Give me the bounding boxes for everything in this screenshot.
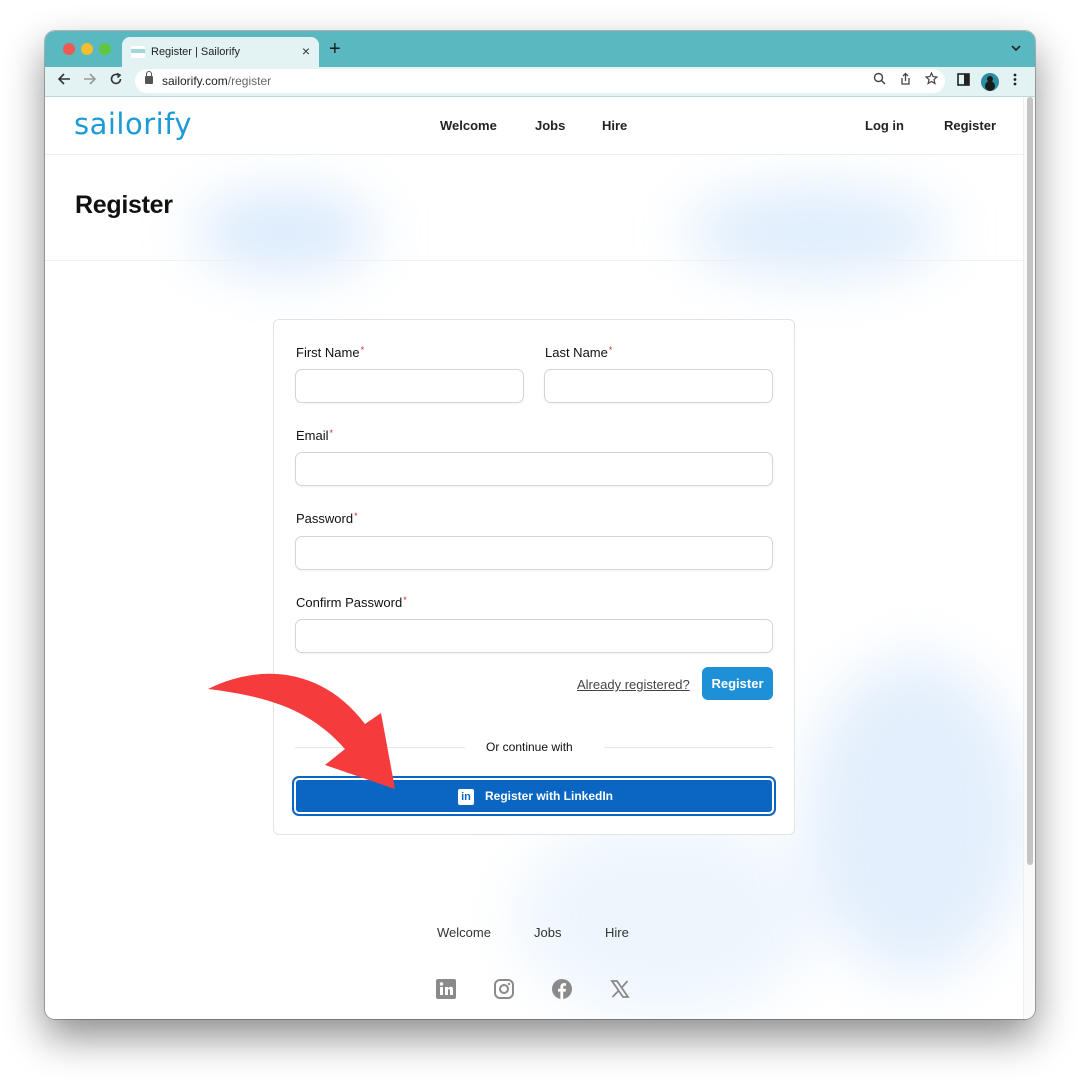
side-panel-icon[interactable]: [957, 73, 970, 89]
close-tab-icon[interactable]: ×: [302, 43, 310, 59]
last-name-input[interactable]: [544, 369, 773, 403]
page-title: Register: [75, 191, 173, 219]
maximize-window-button[interactable]: [99, 43, 111, 55]
nav-hire[interactable]: Hire: [602, 118, 627, 133]
linkedin-icon: in: [458, 789, 474, 805]
bookmark-star-icon[interactable]: [924, 71, 939, 88]
address-bar[interactable]: sailorify.com/register: [135, 69, 945, 93]
nav-welcome[interactable]: Welcome: [440, 118, 497, 133]
already-registered-link[interactable]: Already registered?: [577, 677, 690, 692]
first-name-label: First Name*: [296, 345, 365, 360]
last-name-label: Last Name*: [545, 345, 613, 360]
browser-menu-icon[interactable]: [1013, 73, 1017, 89]
lock-icon: [145, 71, 153, 84]
footer-hire[interactable]: Hire: [605, 925, 629, 940]
site-header: sailorify Welcome Jobs Hire Log in Regis…: [45, 97, 1023, 155]
nav-register[interactable]: Register: [944, 118, 996, 133]
browser-titlebar: Register | Sailorify × +: [45, 31, 1035, 67]
divider-line-right: [604, 747, 773, 748]
new-tab-button[interactable]: +: [329, 37, 341, 61]
footer-welcome[interactable]: Welcome: [437, 925, 491, 940]
favicon-icon: [131, 46, 145, 58]
share-icon[interactable]: [899, 72, 912, 89]
email-input[interactable]: [295, 452, 773, 486]
browser-toolbar: sailorify.com/register: [45, 67, 1035, 97]
linkedin-icon[interactable]: [435, 978, 457, 1000]
page-scrollbar[interactable]: [1023, 97, 1035, 1019]
nav-jobs[interactable]: Jobs: [535, 118, 565, 133]
zoom-icon[interactable]: [873, 72, 886, 88]
close-window-button[interactable]: [63, 43, 75, 55]
instagram-icon[interactable]: [493, 978, 515, 1000]
facebook-icon[interactable]: [551, 978, 573, 1000]
confirm-password-label: Confirm Password*: [296, 595, 407, 610]
scrollbar-thumb[interactable]: [1027, 97, 1033, 865]
forward-icon[interactable]: [83, 72, 97, 91]
footer-jobs[interactable]: Jobs: [534, 925, 561, 940]
password-label: Password*: [296, 511, 358, 526]
first-name-input[interactable]: [295, 369, 524, 403]
x-icon[interactable]: [609, 978, 631, 1000]
tab-search-icon[interactable]: [1011, 42, 1021, 54]
nav-login[interactable]: Log in: [865, 118, 904, 133]
email-label: Email*: [296, 428, 334, 443]
tab-title: Register | Sailorify: [151, 46, 241, 58]
linkedin-button-label: Register with LinkedIn: [485, 789, 614, 803]
profile-avatar[interactable]: [981, 73, 999, 91]
reload-icon[interactable]: [109, 72, 123, 91]
browser-tab[interactable]: Register | Sailorify ×: [122, 37, 319, 67]
register-submit-button[interactable]: Register: [702, 667, 773, 700]
password-input[interactable]: [295, 536, 773, 570]
site-logo[interactable]: sailorify: [74, 107, 192, 141]
page-viewport: sailorify Welcome Jobs Hire Log in Regis…: [45, 97, 1023, 1019]
divider-text: Or continue with: [486, 740, 573, 754]
confirm-password-input[interactable]: [295, 619, 773, 653]
browser-window: Register | Sailorify × + sailorify.com/r…: [45, 31, 1035, 1019]
page-hero: Register: [45, 155, 1023, 261]
back-icon[interactable]: [57, 72, 71, 91]
minimize-window-button[interactable]: [81, 43, 93, 55]
annotation-arrow-icon: [208, 673, 395, 789]
url-text: sailorify.com/register: [162, 74, 272, 88]
